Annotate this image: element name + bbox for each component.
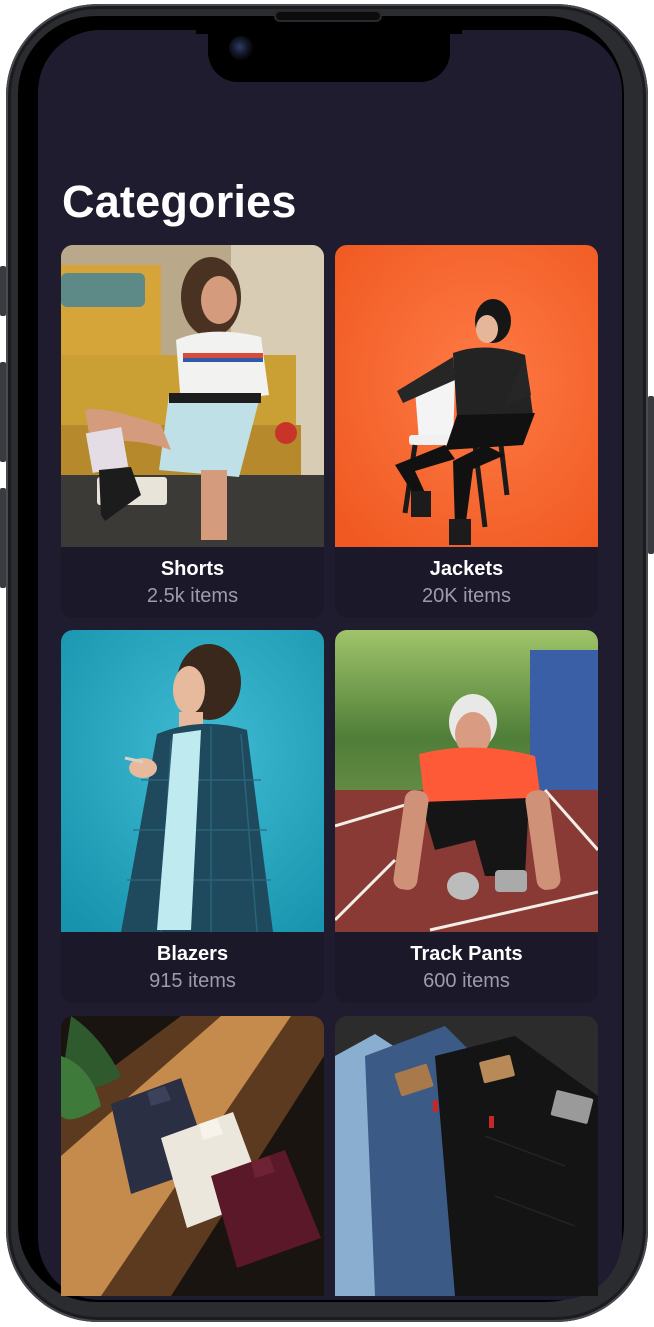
action-button: [0, 266, 6, 316]
category-card-track-pants[interactable]: Track Pants 600 items: [335, 630, 598, 1003]
category-item-count: 915 items: [149, 970, 236, 992]
front-camera: [229, 36, 253, 60]
category-image: [61, 630, 324, 932]
category-item-count: 600 items: [423, 970, 510, 992]
volume-up-button: [0, 362, 6, 462]
category-name: Blazers: [156, 943, 229, 965]
page-title: Categories: [62, 176, 297, 227]
category-item-count: 20K items: [422, 585, 511, 607]
category-card-blazers[interactable]: Blazers 915 items: [61, 630, 324, 1003]
category-name: Jackets: [429, 558, 504, 580]
category-image: [335, 630, 598, 932]
category-card-shorts[interactable]: Shorts 2.5k items: [61, 245, 324, 618]
category-image: [335, 245, 598, 547]
category-card-jeans[interactable]: [335, 1016, 598, 1296]
category-name: Shorts: [160, 558, 225, 580]
category-image: [335, 1016, 598, 1296]
category-card-jackets[interactable]: Jackets 20K items: [335, 245, 598, 618]
category-name: Track Pants: [410, 943, 523, 965]
category-image: [61, 245, 324, 547]
category-card-shirts[interactable]: [61, 1016, 324, 1296]
power-button: [648, 396, 654, 554]
category-image: [61, 1016, 324, 1296]
category-item-count: 2.5k items: [146, 585, 239, 607]
earpiece-speaker: [274, 10, 382, 22]
volume-down-button: [0, 488, 6, 588]
